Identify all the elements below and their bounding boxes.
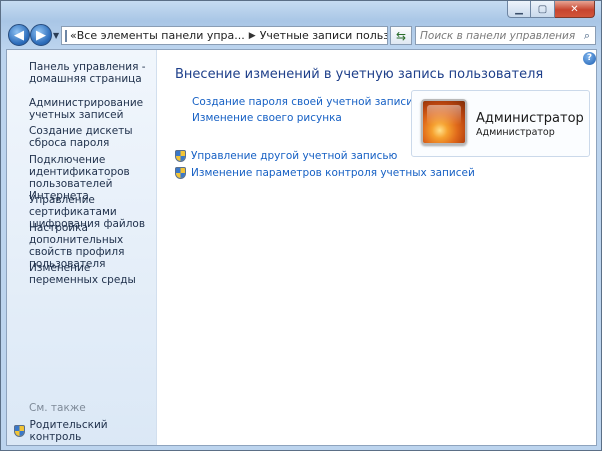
maximize-button[interactable]: ▢ <box>531 1 555 18</box>
control-panel-icon <box>65 29 67 42</box>
caption-buttons: ▁ ▢ ✕ <box>507 1 595 18</box>
breadcrumb-overflow[interactable]: « <box>70 29 77 42</box>
forward-button[interactable]: ▶ <box>30 24 52 46</box>
user-picture-avatar <box>421 99 467 145</box>
sidebar-item-env-vars[interactable]: Изменение переменных среды <box>29 262 154 286</box>
uac-settings-label[interactable]: Изменение параметров контроля учетных за… <box>191 167 475 179</box>
search-input[interactable]: Поиск в панели управления <box>420 30 579 42</box>
manage-other-account-link[interactable]: Управление другой учетной записью <box>175 150 397 162</box>
change-picture-link[interactable]: Изменение своего рисунка <box>192 112 342 124</box>
minimize-button[interactable]: ▁ <box>507 1 531 18</box>
breadcrumb-user-accounts[interactable]: Учетные записи пользователей <box>260 29 387 42</box>
uac-shield-icon <box>14 425 25 437</box>
content-area: Панель управления - домашняя страница Ад… <box>6 49 597 446</box>
uac-shield-icon <box>175 167 186 179</box>
recent-pages-dropdown-icon[interactable]: ▼ <box>53 31 59 40</box>
close-button[interactable]: ✕ <box>555 1 595 18</box>
sidebar-item-account-admin[interactable]: Администрирование учетных записей <box>29 97 154 121</box>
breadcrumb-all-items[interactable]: Все элементы панели упра... <box>77 29 245 42</box>
sidebar-item-reset-disk[interactable]: Создание дискеты сброса пароля <box>29 125 154 149</box>
task-sidebar: Панель управления - домашняя страница Ад… <box>7 50 157 445</box>
manage-other-account-label[interactable]: Управление другой учетной записью <box>191 150 397 162</box>
navigation-bar: ◀ ▶ ▼ « Все элементы панели упра... ▶ Уч… <box>1 21 601 49</box>
search-icon[interactable]: ⌕ <box>579 29 595 43</box>
parental-control-link[interactable]: Родительский контроль <box>14 419 156 443</box>
search-box[interactable]: Поиск в панели управления ⌕ <box>415 26 596 45</box>
see-also-label: См. также <box>29 402 86 414</box>
page-title: Внесение изменений в учетную запись поль… <box>175 67 544 82</box>
back-button[interactable]: ◀ <box>8 24 30 46</box>
sidebar-item-home[interactable]: Панель управления - домашняя страница <box>29 61 154 85</box>
refresh-icon: ⇆ <box>395 28 407 43</box>
refresh-button[interactable]: ⇆ <box>390 26 412 45</box>
control-panel-window: ▁ ▢ ✕ ◀ ▶ ▼ « Все элементы панели упра..… <box>0 0 602 451</box>
uac-settings-link[interactable]: Изменение параметров контроля учетных за… <box>175 167 475 179</box>
user-role: Администратор <box>476 127 555 138</box>
parental-control-label[interactable]: Родительский контроль <box>30 419 156 443</box>
breadcrumb-arrow-icon[interactable]: ▶ <box>245 31 260 41</box>
address-bar[interactable]: « Все элементы панели упра... ▶ Учетные … <box>61 26 388 45</box>
create-password-link[interactable]: Создание пароля своей учетной записи <box>192 96 413 108</box>
user-account-card: Администратор Администратор <box>411 90 590 157</box>
help-icon[interactable]: ? <box>583 52 596 65</box>
user-name: Администратор <box>476 111 584 126</box>
uac-shield-icon <box>175 150 186 162</box>
